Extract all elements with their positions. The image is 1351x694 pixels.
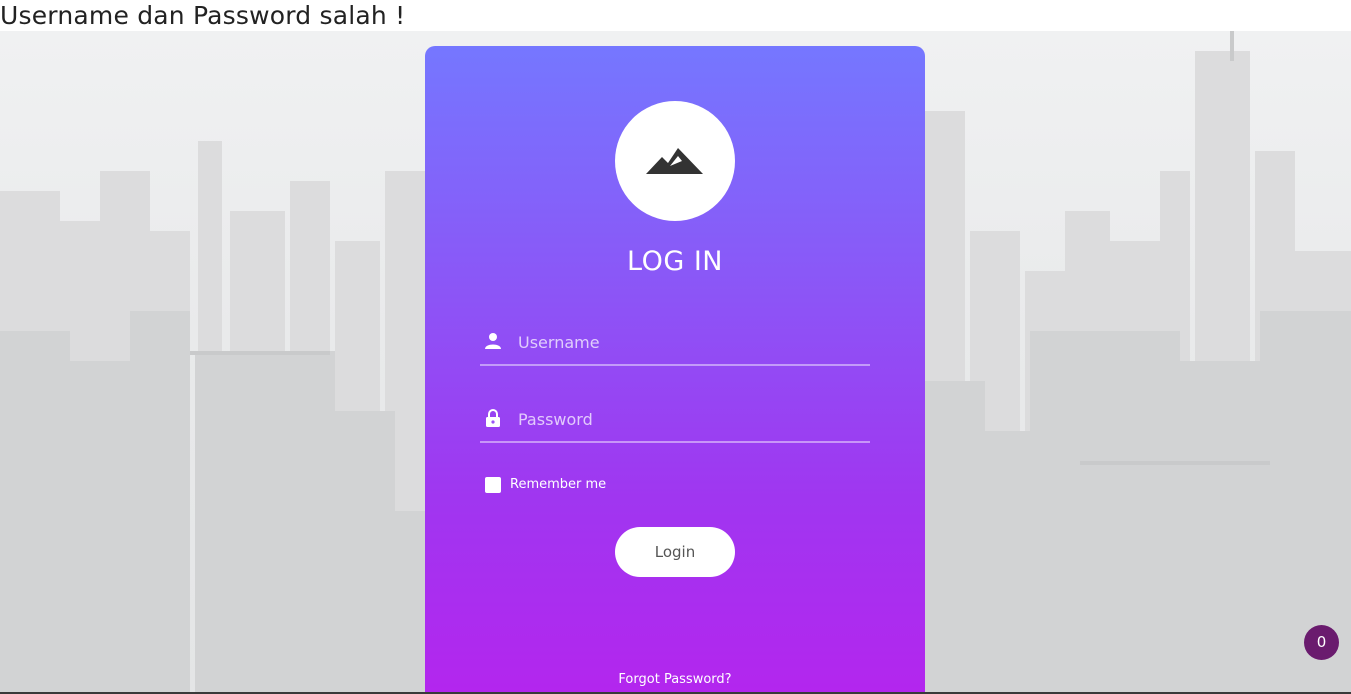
mountain-icon [646,148,703,174]
remember-me-label: Remember me [510,477,607,492]
user-icon [485,333,501,349]
login-title: LOG IN [627,246,723,277]
login-button[interactable]: Login [615,527,735,577]
logo [615,101,735,221]
password-input[interactable] [516,405,860,433]
lock-icon [486,409,500,427]
remember-me-checkbox[interactable] [485,477,501,493]
password-field [480,401,870,443]
error-message: Username dan Password salah ! [0,0,1351,31]
username-input[interactable] [516,328,860,356]
forgot-password-link[interactable]: Forgot Password? [425,672,925,687]
notification-badge[interactable]: 0 [1304,625,1339,660]
username-field [480,324,870,366]
login-card: LOG IN Remember me Login Forgot Password… [425,46,925,692]
